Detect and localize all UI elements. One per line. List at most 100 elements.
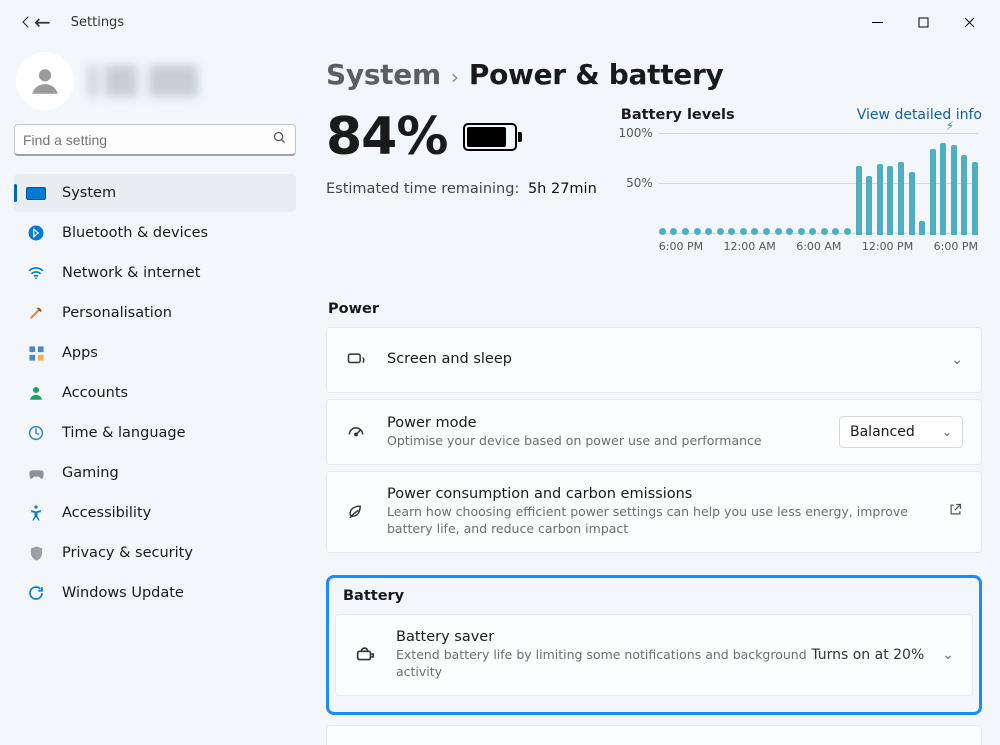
close-button[interactable] [946,6,992,38]
chart-canvas[interactable]: ⚡ 100% 50% 6:00 PM 12:00 AM 6:00 AM 12:0… [659,131,978,253]
y-tick: 50% [626,176,653,190]
leaf-icon [345,502,367,522]
chart-bar [798,228,805,235]
chart-bar [972,162,978,235]
power-mode-dropdown[interactable]: Balanced ⌄ [839,416,963,448]
clock-globe-icon [26,423,46,443]
nav-item-gaming[interactable]: Gaming [14,454,296,492]
card-power-consumption[interactable]: Power consumption and carbon emissions L… [326,471,982,553]
chart-bar [898,162,904,235]
battery-levels-chart: Battery levels View detailed info ⚡ 100%… [621,107,982,253]
chart-bar [909,172,915,235]
maximize-button[interactable] [900,6,946,38]
battery-saver-threshold: Turns on at 20% [811,647,924,663]
chart-bar [832,228,839,235]
chart-bar [919,221,925,235]
search-input[interactable] [23,132,272,148]
person-icon [28,64,62,98]
chart-bar [659,228,666,235]
chart-bar [877,164,883,235]
nav-item-privacy[interactable]: Privacy & security [14,534,296,572]
chart-bar [856,166,862,235]
gamepad-icon [26,463,46,483]
card-title: Battery saver [396,629,811,645]
card-battery-usage[interactable]: Battery usage ⌄ [326,725,982,745]
chart-bar [694,228,701,235]
titlebar: ← Settings [0,0,1000,44]
window-title: Settings [71,15,124,30]
chart-bar [751,228,758,235]
nav-label: System [62,185,116,201]
window-controls [854,6,992,38]
nav-item-network[interactable]: Network & internet [14,254,296,292]
nav-label: Apps [62,345,98,361]
nav-label: Personalisation [62,305,172,321]
arrow-left-icon: ← [34,10,51,34]
chart-bar [728,228,735,235]
nav-label: Network & internet [62,265,200,281]
close-icon [964,17,975,28]
chart-bar [940,143,946,235]
nav-label: Bluetooth & devices [62,225,208,241]
battery-estimate: Estimated time remaining: 5h 27min [326,181,597,197]
chart-bar [930,149,936,235]
wifi-icon [26,263,46,283]
card-screen-and-sleep[interactable]: Screen and sleep ⌄ [326,327,982,393]
chart-title: Battery levels [621,107,735,123]
charging-icon: ⚡ [946,119,954,133]
nav-label: Accessibility [62,505,151,521]
battery-icon [463,123,517,151]
view-detailed-info-link[interactable]: View detailed info [857,107,982,123]
battery-saver-icon [354,644,376,666]
chart-bar [717,228,724,235]
nav-item-accessibility[interactable]: Accessibility [14,494,296,532]
chart-bar [763,228,770,235]
bluetooth-icon [26,223,46,243]
card-title: Power mode [387,415,839,431]
page-title: Power & battery [469,58,724,91]
chart-bar [821,228,828,235]
nav-label: Accounts [62,385,128,401]
nav-item-system[interactable]: System [14,174,296,212]
chart-bar [809,228,816,235]
nav-item-time-language[interactable]: Time & language [14,414,296,452]
chart-bar [670,228,677,235]
nav-label: Gaming [62,465,119,481]
chart-bar [740,228,747,235]
minimize-button[interactable] [854,6,900,38]
search-box[interactable] [14,124,296,156]
breadcrumb-parent[interactable]: System [326,58,441,91]
chart-bar [887,166,893,235]
minimize-icon [872,17,883,28]
nav-item-windows-update[interactable]: Windows Update [14,574,296,612]
nav-item-personalisation[interactable]: Personalisation [14,294,296,332]
sidebar: System Bluetooth & devices Network & int… [0,44,310,745]
nav-label: Privacy & security [62,545,193,561]
nav-item-accounts[interactable]: Accounts [14,374,296,412]
battery-overview: 84% Estimated time remaining: 5h 27min B… [326,107,982,253]
card-title: Screen and sleep [387,351,939,367]
profile-header[interactable] [14,52,296,110]
card-battery-saver[interactable]: Battery saver Extend battery life by lim… [335,614,973,696]
chart-bar [951,145,957,235]
main-content: System › Power & battery 84% Estimated t… [310,44,1000,745]
chevron-right-icon: › [451,65,459,89]
card-subtitle: Optimise your device based on power use … [387,433,839,450]
profile-name-redacted [88,65,198,97]
chart-bar [705,228,712,235]
update-icon [26,583,46,603]
avatar [16,52,74,110]
nav-item-bluetooth[interactable]: Bluetooth & devices [14,214,296,252]
battery-section-highlight: Battery Battery saver Extend battery lif… [326,575,982,715]
chart-bar [682,228,689,235]
search-icon [272,130,287,149]
account-icon [26,383,46,403]
chevron-down-icon: ⌄ [951,352,963,368]
chevron-down-icon: ⌄ [942,425,952,439]
nav-list: System Bluetooth & devices Network & int… [14,174,296,612]
nav-item-apps[interactable]: Apps [14,334,296,372]
section-title-battery: Battery [343,588,973,604]
display-icon [26,183,46,203]
chevron-down-icon: ⌄ [942,647,954,663]
chart-bar [961,155,967,235]
